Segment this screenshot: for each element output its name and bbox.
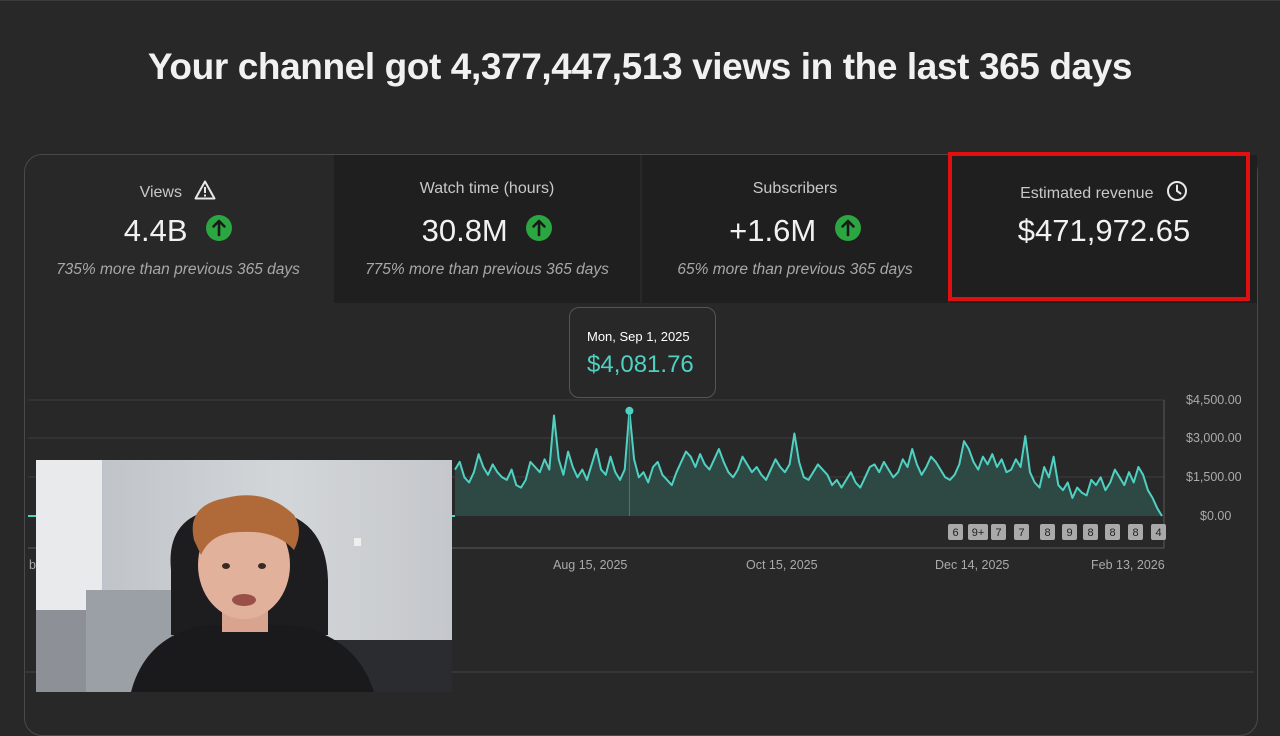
annotation-badge-label: 9+ xyxy=(972,527,985,539)
x-tick-label: Oct 15, 2025 xyxy=(746,558,818,572)
tooltip-date: Mon, Sep 1, 2025 xyxy=(587,329,690,344)
annotation-badge-label: 8 xyxy=(1132,527,1138,539)
x-tick-label: Aug 15, 2025 xyxy=(553,558,627,572)
revenue-area xyxy=(455,410,1162,516)
y-tick-label: $1,500.00 xyxy=(1186,470,1242,484)
hover-point xyxy=(625,406,634,415)
annotation-badge-label: 8 xyxy=(1087,527,1093,539)
y-tick-label: $4,500.00 xyxy=(1186,393,1242,407)
chart-tooltip: Mon, Sep 1, 2025 $4,081.76 xyxy=(569,307,716,398)
webcam-overlay xyxy=(36,460,452,692)
x-tick-label: b xyxy=(29,558,36,572)
annotation-badge-label: 8 xyxy=(1044,527,1050,539)
annotation-badge-label: 8 xyxy=(1109,527,1115,539)
annotation-badge-label: 9 xyxy=(1066,527,1072,539)
annotation-badge-label: 7 xyxy=(1018,527,1024,539)
y-tick-label: $0.00 xyxy=(1200,509,1231,523)
y-tick-label: $3,000.00 xyxy=(1186,431,1242,445)
x-tick-label: Dec 14, 2025 xyxy=(935,558,1009,572)
annotation-badge-label: 6 xyxy=(952,527,958,539)
annotation-badge-label: 4 xyxy=(1155,527,1161,539)
tooltip-value: $4,081.76 xyxy=(587,351,694,378)
x-tick-label: Feb 13, 2026 xyxy=(1091,558,1165,572)
streamer-image xyxy=(36,460,452,692)
annotation-badge-label: 7 xyxy=(995,527,1001,539)
